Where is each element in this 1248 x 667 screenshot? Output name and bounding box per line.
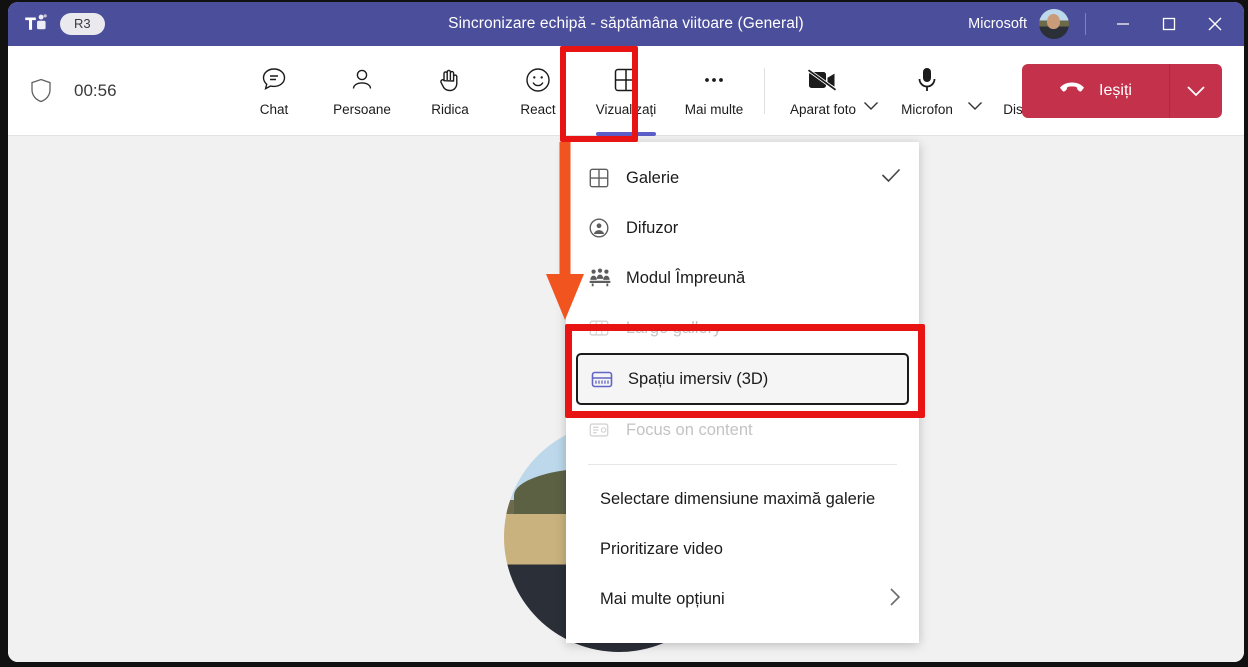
meeting-toolbar: 00:56 Chat Persoane Ridi bbox=[8, 46, 1244, 136]
menu-item-label: Prioritizare video bbox=[600, 540, 723, 559]
emoji-icon bbox=[523, 65, 553, 95]
menu-item-label: Focus on content bbox=[626, 421, 753, 440]
menu-item-label: Modul Împreună bbox=[626, 269, 745, 288]
toolbar-button-people[interactable]: Persoane bbox=[318, 46, 406, 136]
menu-item-label: Galerie bbox=[626, 169, 679, 188]
menu-item-large-gallery: Large gallery bbox=[566, 303, 919, 353]
grid-icon bbox=[612, 65, 640, 95]
focus-content-icon bbox=[588, 419, 618, 441]
chat-icon bbox=[259, 65, 289, 95]
titlebar-right-group: Microsoft bbox=[968, 2, 1244, 46]
camera-off-icon bbox=[806, 65, 840, 95]
toolbar-button-react[interactable]: React bbox=[494, 46, 582, 136]
toolbar-button-more[interactable]: Mai multe bbox=[670, 46, 758, 136]
hangup-icon bbox=[1059, 81, 1085, 100]
title-bar: R3 Sincronizare echipă - săptămâna viito… bbox=[8, 2, 1244, 46]
toolbar-label: Vizualizați bbox=[596, 102, 657, 117]
maximize-button[interactable] bbox=[1146, 2, 1192, 46]
toolbar-buttons: Chat Persoane Ridica Re bbox=[230, 46, 1083, 135]
titlebar-divider bbox=[1085, 13, 1086, 35]
check-icon bbox=[881, 168, 901, 188]
shield-icon bbox=[30, 78, 52, 103]
menu-separator bbox=[588, 464, 897, 465]
org-name: Microsoft bbox=[968, 16, 1027, 32]
people-icon bbox=[347, 65, 377, 95]
hand-icon bbox=[435, 65, 465, 95]
menu-item-label: Difuzor bbox=[626, 219, 678, 238]
leave-call-button[interactable]: Ieșiți bbox=[1022, 64, 1222, 118]
toolbar-label: Microfon bbox=[901, 102, 953, 117]
minimize-button[interactable] bbox=[1100, 2, 1146, 46]
leave-call-chevron[interactable] bbox=[1170, 64, 1222, 118]
menu-item-gallery[interactable]: Galerie bbox=[566, 153, 919, 203]
menu-item-together-mode[interactable]: Modul Împreună bbox=[566, 253, 919, 303]
views-dropdown-menu: Galerie Difuzor Modul Împreună Large gal… bbox=[566, 142, 919, 643]
toolbar-button-views[interactable]: Vizualizați bbox=[582, 46, 670, 136]
toolbar-label: Mai multe bbox=[685, 102, 744, 117]
menu-item-immersive-space[interactable]: Spațiu imersiv (3D) bbox=[576, 353, 909, 405]
large-gallery-icon bbox=[588, 317, 618, 339]
toolbar-divider bbox=[764, 68, 765, 114]
leave-call-main[interactable]: Ieșiți bbox=[1022, 64, 1169, 118]
toolbar-button-chat[interactable]: Chat bbox=[230, 46, 318, 136]
call-timer: 00:56 bbox=[74, 81, 117, 101]
close-button[interactable] bbox=[1192, 2, 1238, 46]
ellipsis-icon bbox=[699, 65, 729, 95]
menu-item-label: Spațiu imersiv (3D) bbox=[628, 370, 768, 389]
avatar[interactable] bbox=[1039, 9, 1069, 39]
speaker-view-icon bbox=[588, 217, 618, 239]
toolbar-button-raise-hand[interactable]: Ridica bbox=[406, 46, 494, 136]
toolbar-button-microphone[interactable]: Microfon bbox=[875, 46, 979, 136]
menu-item-video-priority[interactable]: Prioritizare video bbox=[566, 524, 919, 574]
toolbar-label: Aparat foto bbox=[790, 102, 856, 117]
toolbar-label: Chat bbox=[260, 102, 289, 117]
toolbar-label: React bbox=[520, 102, 555, 117]
chevron-right-icon bbox=[889, 587, 901, 612]
toolbar-label: Ridica bbox=[431, 102, 469, 117]
immersive-space-icon bbox=[590, 367, 620, 391]
grid-icon bbox=[588, 167, 618, 189]
menu-item-max-gallery-size[interactable]: Selectare dimensiune maximă galerie bbox=[566, 474, 919, 524]
together-mode-icon bbox=[588, 267, 618, 289]
toolbar-button-camera[interactable]: Aparat foto bbox=[771, 46, 875, 136]
menu-item-label: Selectare dimensiune maximă galerie bbox=[600, 490, 875, 509]
mic-icon bbox=[915, 65, 939, 95]
menu-item-label: Large gallery bbox=[626, 319, 721, 338]
teams-logo-icon bbox=[22, 11, 48, 37]
menu-item-label: Mai multe opțiuni bbox=[600, 590, 725, 609]
menu-item-focus-on-content: Focus on content bbox=[566, 405, 919, 455]
menu-item-speaker[interactable]: Difuzor bbox=[566, 203, 919, 253]
menu-item-more-options[interactable]: Mai multe opțiuni bbox=[566, 574, 919, 624]
teams-meeting-window: R3 Sincronizare echipă - săptămâna viito… bbox=[8, 2, 1244, 662]
toolbar-label: Persoane bbox=[333, 102, 391, 117]
r3-badge: R3 bbox=[60, 13, 105, 35]
leave-call-label: Ieșiți bbox=[1099, 82, 1132, 100]
